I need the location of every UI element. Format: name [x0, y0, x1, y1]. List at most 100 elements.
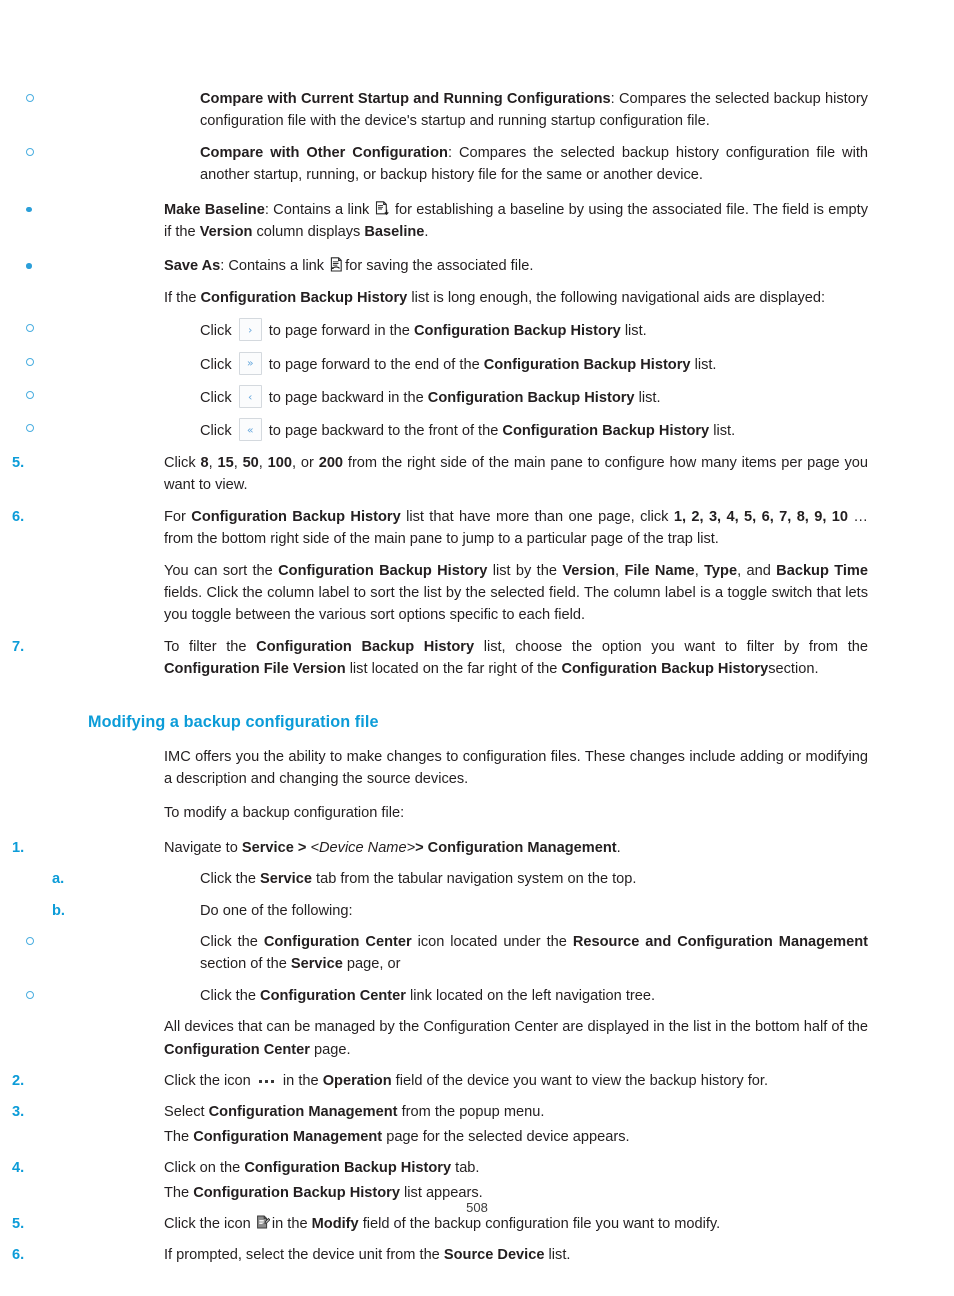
bold-config-backup-history: Configuration Backup History — [193, 1184, 400, 1201]
step-number: 2. — [12, 1073, 25, 1089]
click-label: Click — [200, 390, 232, 407]
bullet-make-baseline: Make Baseline: Contains a link for estab… — [26, 199, 868, 244]
aid-text: to page backward in the — [268, 390, 424, 407]
click-label: Click — [200, 356, 232, 373]
step-3: 3. Select Configuration Management from … — [12, 1101, 868, 1123]
bold-operation: Operation — [322, 1073, 392, 1089]
bold-config-backup-history: Configuration Backup History — [502, 423, 710, 440]
step-1: 1. Navigate to Service > <Device Name>> … — [12, 837, 868, 859]
step-text-4: section. — [768, 661, 819, 678]
step-1a: a. Click the Service tab from the tabula… — [52, 868, 868, 890]
bold-config-backup-history: Configuration Backup History — [483, 356, 691, 373]
step-number: 6. — [12, 508, 25, 525]
round-bullet-icon — [26, 206, 32, 213]
result-text: The — [164, 1128, 190, 1145]
step-7: 7. To filter the Configuration Backup Hi… — [12, 636, 868, 681]
bold-resource-and-config-mgmt: Resource and Configuration Management — [572, 933, 868, 950]
step-number: 4. — [12, 1160, 25, 1177]
page-first-icon[interactable]: « — [238, 418, 262, 442]
aid-text: to page backward to the front of the — [268, 423, 499, 440]
document-page: Compare with Current Startup and Running… — [0, 0, 954, 1296]
result-text-2: list appears. — [404, 1184, 483, 1201]
bullet-save-as: Save As: Contains a link for saving the … — [26, 255, 868, 277]
aid-text-2: list. — [713, 423, 736, 440]
sep: , — [233, 454, 243, 471]
circle-bullet-icon — [26, 94, 34, 102]
double-chevron-right-glyph: » — [246, 356, 254, 370]
bold-config-backup-history: Configuration Backup History — [244, 1160, 452, 1177]
step-text-2: in the — [271, 1216, 308, 1233]
step-6-source-device: 6. If prompted, select the device unit f… — [12, 1244, 868, 1266]
bold-backup-time: Backup Time — [776, 562, 869, 579]
step-text: Click the icon — [164, 1073, 251, 1089]
step-4: 4. Click on the Configuration Backup His… — [12, 1157, 868, 1179]
section-intro: IMC offers you the ability to make chang… — [164, 748, 868, 787]
page-last-icon[interactable]: » — [238, 351, 262, 375]
bold-config-backup-history: Configuration Backup History — [191, 508, 401, 525]
bullet-text-2: for saving the associated file. — [345, 258, 534, 275]
page-content: Compare with Current Startup and Running… — [12, 88, 869, 1267]
sub-text-4: page, or — [346, 956, 401, 973]
result-text: The — [164, 1184, 190, 1201]
sep: , — [258, 454, 268, 471]
step-text-2: list, choose the option you want to filt… — [483, 638, 868, 655]
bold-type: Type — [704, 562, 738, 579]
bold-modify: Modify — [311, 1216, 359, 1233]
step-text: Click on the — [164, 1160, 241, 1177]
opt-50: 50 — [242, 454, 259, 471]
step-letter: b. — [52, 902, 65, 919]
circle-bullet-icon — [26, 324, 34, 333]
step-text-2: list. — [548, 1247, 571, 1264]
step-text: Click — [164, 454, 196, 471]
bold-config-backup-history: Configuration Backup History — [278, 562, 488, 579]
bold-configuration-management: Configuration Management — [193, 1128, 383, 1145]
make-baseline-icon — [375, 200, 390, 217]
step-text: Click the icon — [164, 1216, 251, 1233]
step-number: 3. — [12, 1104, 25, 1121]
opt-15: 15 — [217, 454, 234, 471]
circle-bullet-icon — [26, 990, 34, 999]
step-5: 5. Click 8, 15, 50, 100, or 200 from the… — [12, 452, 868, 497]
bold-file-name: File Name — [624, 562, 695, 579]
italic-device-name: <Device Name> — [310, 839, 416, 856]
step-text: Select — [164, 1104, 205, 1121]
opt-200: 200 — [318, 454, 344, 471]
opt-100: 100 — [267, 454, 293, 471]
step-text-3: list located on the far right of the — [349, 661, 558, 678]
page-forward-icon[interactable]: › — [238, 318, 262, 342]
aid-text-2: list. — [694, 356, 717, 373]
bullet-text: : Contains a link — [264, 201, 370, 218]
bold-configuration-center: Configuration Center — [260, 987, 406, 1004]
devices-paragraph: All devices that can be managed by the C… — [88, 1016, 868, 1061]
bold-config-backup-history: Configuration Backup History — [256, 638, 475, 655]
step-text-2: from the popup menu. — [401, 1104, 545, 1121]
list-item-lead: Compare with Other Configuration — [200, 144, 448, 161]
sub-item-config-center-link: Click the Configuration Center link loca… — [26, 985, 868, 1007]
save-as-icon — [329, 257, 344, 273]
result-text-2: page for the selected device appears. — [386, 1128, 630, 1145]
bold-service: Service — [260, 871, 312, 888]
circle-bullet-icon — [26, 936, 34, 945]
bold-service: Service > — [241, 839, 307, 856]
nav-aid-forward: Click › to page forward in the Configura… — [26, 318, 868, 342]
bold-config-backup-history-2: Configuration Backup History — [561, 661, 769, 678]
step-text-2: tab. — [455, 1160, 480, 1177]
double-chevron-left-glyph: « — [246, 423, 254, 437]
sub-text: Click the — [200, 933, 258, 950]
page-backward-icon[interactable]: ‹ — [238, 385, 262, 409]
bold-config-file-version: Configuration File Version — [164, 661, 346, 678]
para-text: You can sort the — [164, 562, 273, 579]
step-text-2: . — [616, 839, 621, 856]
page-numbers: 1, 2, 3, 4, 5, 6, 7, 8, 9, 10 — [673, 508, 849, 525]
step-number: 1. — [12, 839, 25, 856]
step-text: Navigate to — [164, 839, 238, 856]
step-1b: b. Do one of the following: — [52, 900, 868, 922]
list-item-lead: Compare with Current Startup and Running… — [200, 91, 611, 107]
nav-aid-backward: Click ‹ to page backward in the Configur… — [26, 385, 868, 409]
bold-version: Version — [562, 562, 616, 579]
bold-config-backup-history: Configuration Backup History — [427, 390, 635, 407]
round-bullet-icon — [26, 263, 32, 269]
sub-text: Click the — [200, 987, 256, 1004]
step-text-3: field of the backup configuration file y… — [362, 1216, 721, 1233]
step-text-2: in the — [282, 1073, 319, 1089]
